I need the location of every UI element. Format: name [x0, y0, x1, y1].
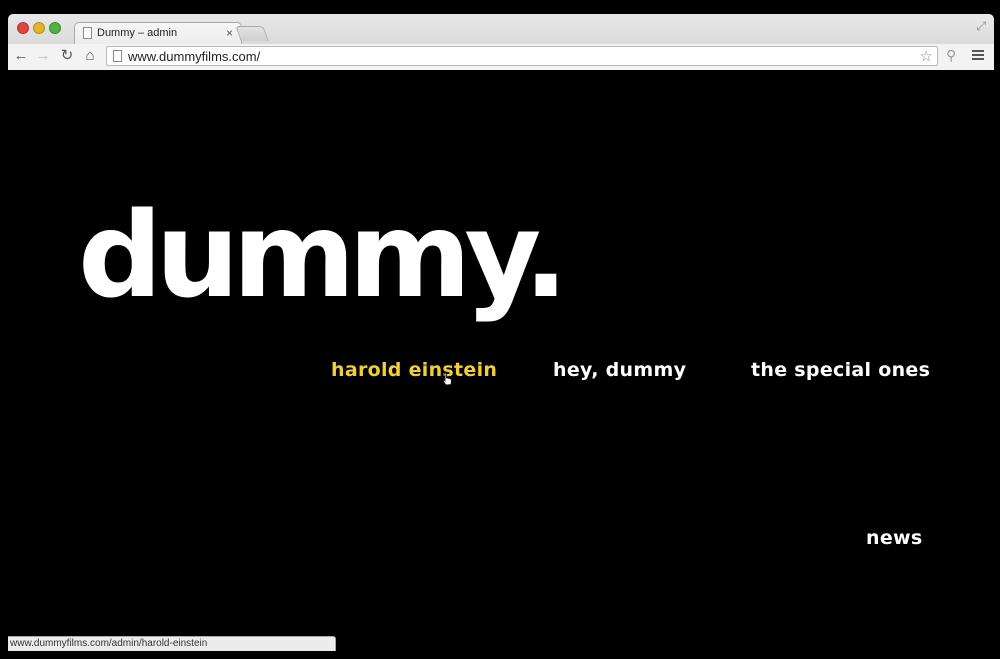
new-tab-button[interactable]	[235, 26, 269, 41]
close-window-button[interactable]	[17, 22, 29, 34]
bookmark-star-icon[interactable]: ☆	[920, 47, 933, 65]
page-icon	[83, 27, 92, 39]
tab-title: Dummy – admin	[97, 27, 178, 39]
home-icon[interactable]: ⌂	[81, 47, 99, 65]
fullscreen-icon[interactable]: ⤢	[976, 19, 986, 34]
site-logo[interactable]: dummy.	[78, 196, 568, 314]
reload-icon[interactable]: ↻	[58, 47, 76, 65]
browser-toolbar: ← → ↻ ⌂ www.dummyfilms.com/ ☆ ⚲	[8, 44, 994, 70]
page-content: dummy. harold einstein hey, dummy the sp…	[8, 70, 994, 651]
nav-link-harold-einstein[interactable]: harold einstein	[331, 359, 497, 381]
minimize-window-button[interactable]	[33, 22, 45, 34]
browser-chrome: Dummy – admin × ⤢ ← → ↻ ⌂ www.dummyfilms…	[8, 14, 994, 71]
url-text[interactable]: www.dummyfilms.com/	[128, 49, 260, 64]
nav-link-the-special-ones[interactable]: the special ones	[751, 359, 930, 381]
page-icon	[113, 50, 122, 62]
forward-icon[interactable]: →	[34, 47, 52, 65]
status-url: www.dummyfilms.com/admin/harold-einstein	[10, 638, 208, 649]
address-bar[interactable]: www.dummyfilms.com/ ☆	[106, 46, 938, 66]
zoom-window-button[interactable]	[49, 22, 61, 34]
hand-cursor-icon	[442, 372, 452, 386]
extension-icon[interactable]: ⚲	[946, 47, 956, 64]
nav-link-news[interactable]: news	[866, 527, 922, 549]
back-icon[interactable]: ←	[12, 47, 30, 65]
menu-icon[interactable]	[972, 50, 984, 60]
close-tab-icon[interactable]: ×	[226, 26, 233, 40]
browser-window: Dummy – admin × ⤢ ← → ↻ ⌂ www.dummyfilms…	[0, 0, 1000, 659]
browser-tab[interactable]: Dummy – admin ×	[74, 22, 242, 45]
nav-link-hey-dummy[interactable]: hey, dummy	[553, 359, 686, 381]
status-bar: www.dummyfilms.com/admin/harold-einstein	[8, 636, 336, 651]
